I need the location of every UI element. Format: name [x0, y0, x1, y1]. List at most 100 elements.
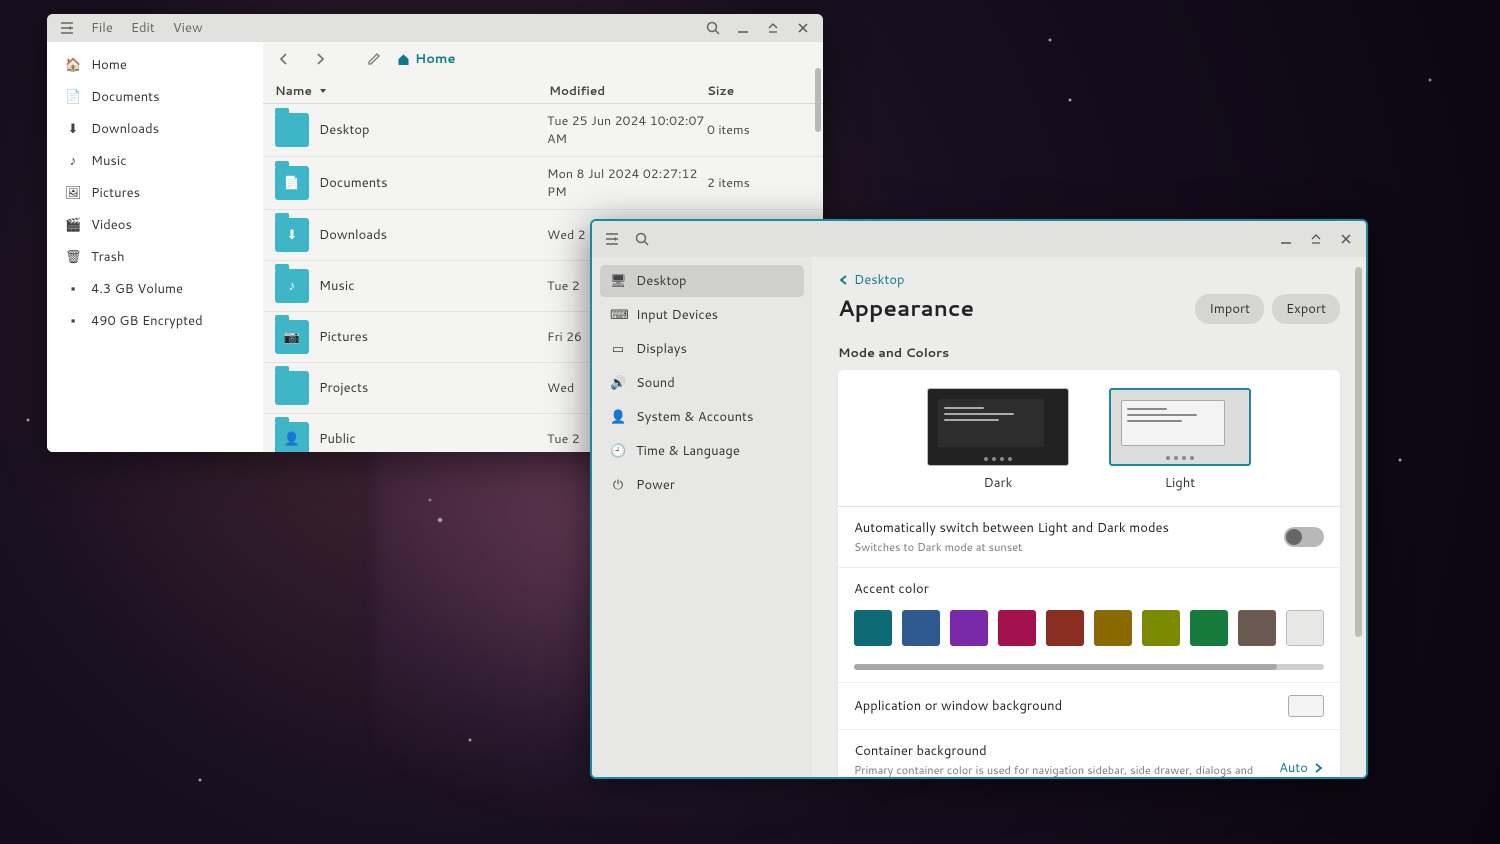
container-bg-subtitle: Primary container color is used for navi…	[854, 762, 1279, 777]
music-icon: ♪	[65, 152, 81, 170]
nav-icon: 🔊	[610, 374, 626, 392]
sidebar-item-trash[interactable]: 🗑Trash	[57, 242, 253, 272]
file-row[interactable]: Desktop Tue 25 Jun 2024 10:02:07 AM 0 it…	[263, 104, 823, 157]
nav-icon: 👤	[610, 408, 626, 426]
settings-content: Desktop Appearance Import Export Mode an…	[812, 257, 1366, 777]
container-bg-row: Container background Primary container c…	[838, 730, 1340, 777]
settings-nav-desktop[interactable]: 🖥Desktop	[600, 265, 804, 297]
minimize-icon	[1280, 233, 1292, 245]
breadcrumb-home[interactable]: Home	[397, 50, 456, 68]
scrollbar[interactable]	[815, 68, 821, 132]
accent-label: Accent color	[854, 580, 1324, 598]
sidebar-item-pictures[interactable]: 🖼Pictures	[57, 178, 253, 208]
minimize-icon	[737, 22, 749, 34]
menu-view[interactable]: View	[165, 19, 211, 37]
nav-icon: 🕘	[610, 442, 626, 460]
menu-edit[interactable]: Edit	[123, 19, 163, 37]
close-button[interactable]	[789, 14, 817, 42]
nav-label: Time & Language	[636, 442, 740, 460]
import-button[interactable]: Import	[1195, 294, 1264, 324]
settings-nav-sound[interactable]: 🔊Sound	[600, 367, 804, 399]
minimize-button[interactable]	[729, 14, 757, 42]
mode-dark[interactable]: Dark	[927, 388, 1069, 492]
settings-nav-power[interactable]: ⏻Power	[600, 469, 804, 501]
maximize-icon	[1310, 233, 1322, 245]
file-size: 0 items	[707, 121, 811, 139]
accent-swatch[interactable]	[1142, 610, 1180, 646]
light-thumbnail	[1109, 388, 1251, 466]
sidebar-item-downloads[interactable]: ⬇Downloads	[57, 114, 253, 144]
close-icon	[797, 22, 809, 34]
settings-nav-input-devices[interactable]: ⌨Input Devices	[600, 299, 804, 331]
sidebar-toggle-button[interactable]	[53, 14, 81, 42]
menu-file[interactable]: File	[83, 19, 121, 37]
file-row[interactable]: 📄 Documents Mon 8 Jul 2024 02:27:12 PM 2…	[263, 157, 823, 210]
settings-nav-system-accounts[interactable]: 👤 System & Accounts	[600, 401, 804, 433]
breadcrumb-back[interactable]: Desktop	[838, 271, 1340, 289]
export-button[interactable]: Export	[1272, 294, 1340, 324]
sidebar-item-label: Trash	[91, 248, 125, 266]
sidebar-item-490-gb-encrypted[interactable]: ▪ 490 GB Encrypted	[57, 306, 253, 336]
accent-swatch[interactable]	[902, 610, 940, 646]
auto-switch-title: Automatically switch between Light and D…	[854, 519, 1284, 537]
accent-swatch[interactable]	[854, 610, 892, 646]
file-name: Music	[319, 277, 547, 295]
sidebar-item-home[interactable]: 🏠Home	[57, 50, 253, 80]
settings-minimize-button[interactable]	[1272, 225, 1300, 253]
file-name: Projects	[319, 379, 547, 397]
nav-icon: ▭	[610, 340, 626, 358]
accent-swatch[interactable]	[998, 610, 1036, 646]
settings-close-button[interactable]	[1332, 225, 1360, 253]
container-bg-value[interactable]: Auto	[1279, 759, 1324, 777]
breadcrumb-label: Home	[415, 50, 456, 68]
accent-scrollbar[interactable]	[854, 664, 1324, 670]
accent-swatch[interactable]	[1190, 610, 1228, 646]
mode-light[interactable]: Light	[1109, 388, 1251, 492]
nav-label: System & Accounts	[636, 408, 753, 426]
nav-back-button[interactable]	[271, 46, 297, 72]
sidebar-item-videos[interactable]: 🎬Videos	[57, 210, 253, 240]
search-button[interactable]	[699, 14, 727, 42]
sidebar-item-label: Pictures	[91, 184, 140, 202]
accent-swatch[interactable]	[1046, 610, 1084, 646]
sidebar-item-documents[interactable]: 📄Documents	[57, 82, 253, 112]
column-size[interactable]: Size	[707, 82, 811, 99]
chevron-right-icon	[313, 52, 327, 66]
file-manager-titlebar: File Edit View	[47, 14, 823, 42]
page-title: Appearance	[838, 293, 974, 324]
disk-icon: ▪	[65, 312, 81, 330]
nav-label: Power	[636, 476, 675, 494]
sidebar-item-label: Home	[91, 56, 127, 74]
settings-maximize-button[interactable]	[1302, 225, 1330, 253]
settings-sidebar: 🖥Desktop⌨Input Devices▭Displays🔊Sound 👤 Sy…	[592, 257, 812, 777]
section-mode-label: Mode and Colors	[838, 344, 1340, 362]
settings-nav-time-language[interactable]: 🕘 Time & Language	[600, 435, 804, 467]
sidebar-item-label: 490 GB Encrypted	[91, 312, 203, 330]
sidebar-item-music[interactable]: ♪Music	[57, 146, 253, 176]
maximize-button[interactable]	[759, 14, 787, 42]
nav-icon: 🖥	[610, 272, 626, 290]
file-name: Public	[319, 430, 547, 448]
edit-path-button[interactable]	[361, 46, 387, 72]
settings-search-button[interactable]	[628, 225, 656, 253]
nav-label: Input Devices	[636, 306, 718, 324]
app-bg-swatch[interactable]	[1288, 695, 1324, 717]
sidebar-item-4-3-gb-volume[interactable]: ▪4.3 GB Volume	[57, 274, 253, 304]
settings-sidebar-toggle[interactable]	[598, 225, 626, 253]
sort-desc-icon	[318, 86, 328, 96]
column-modified[interactable]: Modified	[549, 82, 707, 99]
column-name[interactable]: Name	[275, 82, 549, 99]
folder-icon: 👤	[275, 422, 309, 452]
accent-swatch[interactable]	[1238, 610, 1276, 646]
container-bg-label: Container background	[854, 742, 1279, 760]
settings-nav-displays[interactable]: ▭Displays	[600, 333, 804, 365]
accent-swatch[interactable]	[1094, 610, 1132, 646]
accent-swatch[interactable]	[1286, 610, 1324, 646]
folder-icon: 📄	[275, 166, 309, 200]
accent-swatch[interactable]	[950, 610, 988, 646]
nav-forward-button[interactable]	[307, 46, 333, 72]
pencil-icon	[367, 52, 381, 66]
auto-switch-toggle[interactable]	[1284, 527, 1324, 547]
auto-switch-subtitle: Switches to Dark mode at sunset	[854, 539, 1284, 555]
settings-scrollbar[interactable]	[1355, 267, 1362, 637]
